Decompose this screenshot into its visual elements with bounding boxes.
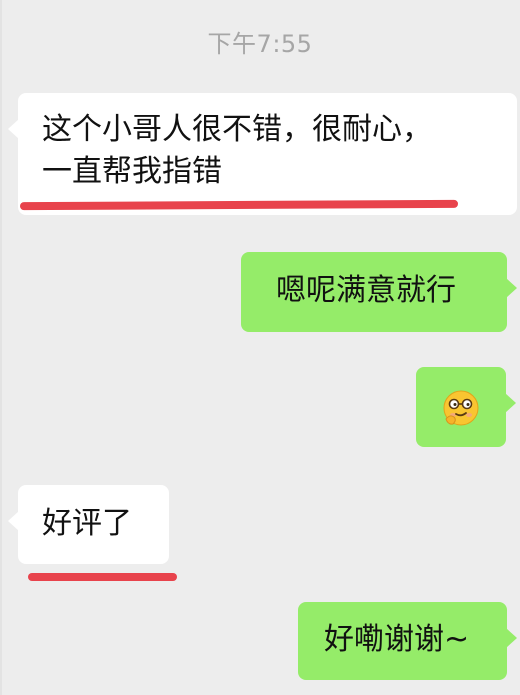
outgoing-emoji-bubble[interactable] <box>416 367 516 447</box>
outgoing-message-bubble[interactable]: 嗯呢满意就行 <box>241 252 517 332</box>
message-text: 好评了 <box>42 506 132 541</box>
incoming-message-bubble[interactable]: 这个小哥人很不错，很耐心， 一直帮我指错 <box>8 93 517 215</box>
message-text: 好嘞谢谢~ <box>324 622 470 657</box>
screen-edge <box>0 0 2 695</box>
message-text-line: 一直帮我指错 <box>42 154 222 189</box>
highlight-underline <box>28 573 177 581</box>
incoming-message-bubble[interactable]: 好评了 <box>8 485 169 564</box>
message-text: 嗯呢满意就行 <box>276 273 456 308</box>
outgoing-message-bubble[interactable]: 好嘞谢谢~ <box>298 602 517 680</box>
message-text-line: 这个小哥人很不错，很耐心， <box>42 112 432 147</box>
smirk-glasses-emoji-icon <box>443 390 479 426</box>
message-timestamp: 下午7:55 <box>207 30 313 58</box>
